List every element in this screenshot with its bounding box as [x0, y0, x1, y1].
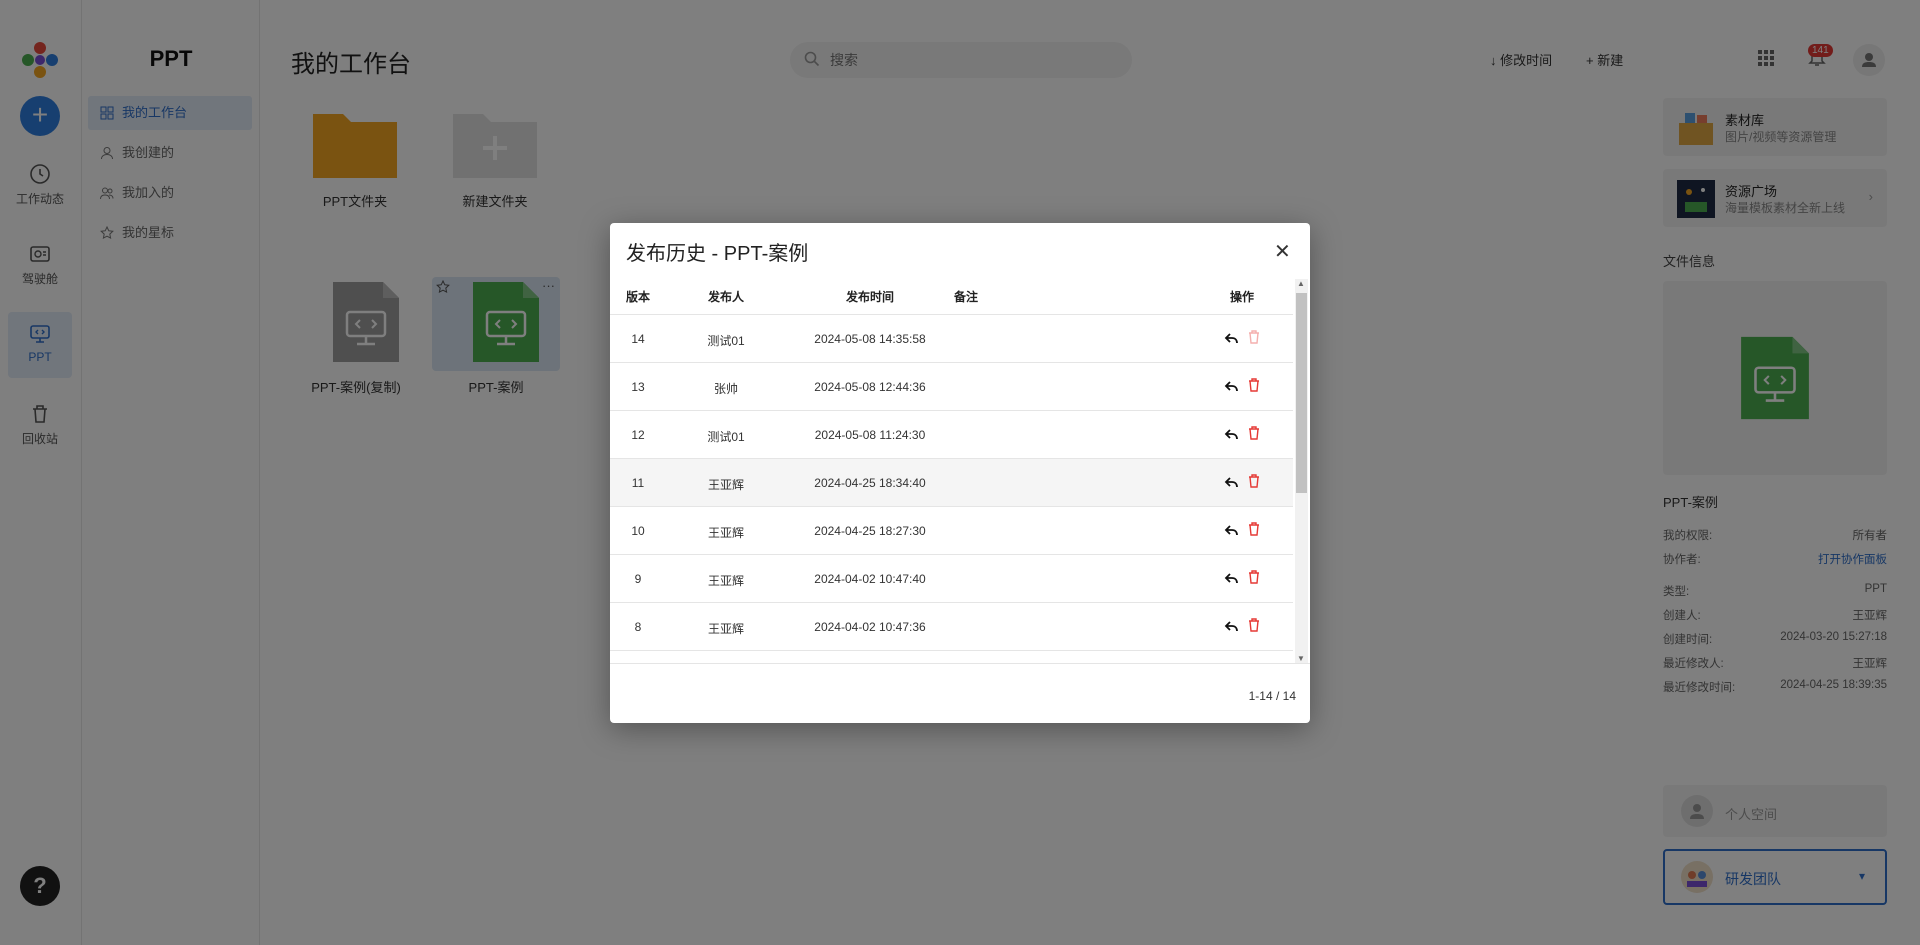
table-row: 13 张帅 2024-05-08 12:44:36	[610, 363, 1293, 411]
cell-version: 10	[631, 524, 645, 538]
col-time: 发布时间	[845, 290, 894, 304]
restore-icon[interactable]	[1224, 379, 1238, 393]
table-body: 14 测试01 2024-05-08 14:35:58 13 张帅 2024-0…	[610, 315, 1293, 663]
restore-icon[interactable]	[1224, 571, 1238, 585]
delete-icon[interactable]	[1248, 522, 1260, 536]
col-version: 版本	[625, 290, 650, 304]
delete-icon[interactable]	[1248, 426, 1260, 440]
delete-icon[interactable]	[1248, 570, 1260, 584]
cell-version: 9	[634, 572, 642, 586]
cell-publisher: 王亚辉	[707, 478, 744, 492]
close-icon[interactable]: ✕	[1274, 239, 1291, 264]
restore-icon[interactable]	[1224, 619, 1238, 633]
cell-publisher: 王亚辉	[707, 622, 744, 636]
cell-publisher: 张帅	[713, 382, 738, 396]
restore-icon[interactable]	[1224, 523, 1238, 537]
cell-version: 11	[631, 476, 645, 490]
cell-time: 2024-04-25 18:27:30	[814, 524, 926, 538]
delete-icon[interactable]	[1248, 330, 1260, 344]
cell-publisher: 测试01	[707, 430, 745, 444]
pagination: 1-14 / 14	[610, 663, 1310, 723]
pagination-range: 1-14 / 14	[1248, 689, 1296, 703]
table-row: 12 测试01 2024-05-08 11:24:30	[610, 411, 1293, 459]
table-row: 10 王亚辉 2024-04-25 18:27:30	[610, 507, 1293, 555]
table-row: 11 王亚辉 2024-04-25 18:34:40	[610, 459, 1293, 507]
dialog-title: 发布历史 - PPT-案例	[626, 243, 809, 265]
col-note: 备注	[954, 290, 979, 304]
publish-history-dialog: 发布历史 - PPT-案例 ✕ 版本 发布人 发布时间 备注 操作 14 测试0…	[610, 223, 1310, 723]
cell-time: 2024-05-08 12:44:36	[814, 380, 926, 394]
cell-version: 12	[631, 428, 645, 442]
cell-time: 2024-05-08 11:24:30	[814, 428, 926, 442]
cell-version: 14	[631, 332, 645, 346]
scroll-up-icon[interactable]: ▲	[1297, 279, 1305, 288]
table-row: 9 王亚辉 2024-04-02 10:47:40	[610, 555, 1293, 603]
col-ops: 操作	[1230, 290, 1255, 304]
cell-version: 8	[634, 620, 642, 634]
scroll-down-icon[interactable]: ▼	[1297, 654, 1305, 663]
restore-icon[interactable]	[1224, 475, 1238, 489]
cell-publisher: 测试01	[707, 334, 745, 348]
delete-icon[interactable]	[1248, 474, 1260, 488]
col-publisher: 发布人	[707, 290, 744, 304]
delete-icon[interactable]	[1248, 618, 1260, 632]
cell-publisher: 王亚辉	[707, 526, 744, 540]
cell-time: 2024-05-08 14:35:58	[814, 332, 926, 346]
cell-version: 13	[631, 380, 645, 394]
delete-icon[interactable]	[1248, 378, 1260, 392]
table-header: 版本 发布人 发布时间 备注 操作	[610, 275, 1293, 315]
restore-icon[interactable]	[1224, 427, 1238, 441]
cell-publisher: 王亚辉	[707, 574, 744, 588]
table-row: 14 测试01 2024-05-08 14:35:58	[610, 315, 1293, 363]
table-row: 8 王亚辉 2024-04-02 10:47:36	[610, 603, 1293, 651]
cell-time: 2024-04-02 10:47:36	[814, 620, 926, 634]
cell-time: 2024-04-02 10:47:40	[814, 572, 926, 586]
restore-icon[interactable]	[1224, 331, 1238, 345]
cell-time: 2024-04-25 18:34:40	[814, 476, 926, 490]
scrollbar-thumb[interactable]	[1296, 293, 1307, 493]
